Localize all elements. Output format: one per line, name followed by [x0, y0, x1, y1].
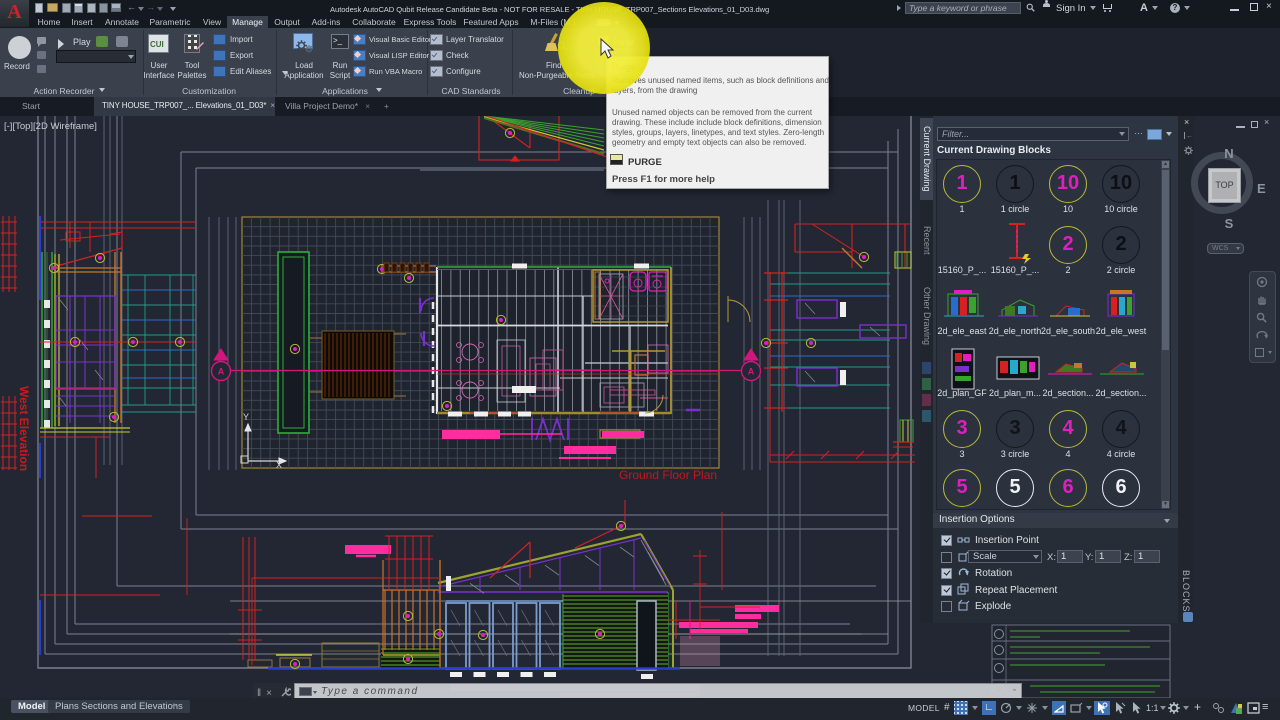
svg-text:Y: Y	[243, 412, 249, 422]
svg-text:Ground Floor Plan: Ground Floor Plan	[619, 468, 717, 482]
svg-text:A: A	[218, 367, 225, 377]
svg-text:[-][Top][2D Wireframe]: [-][Top][2D Wireframe]	[4, 121, 97, 132]
svg-text:West Elevation: West Elevation	[17, 386, 31, 471]
svg-text:X: X	[276, 460, 282, 470]
svg-text:A: A	[748, 367, 755, 377]
